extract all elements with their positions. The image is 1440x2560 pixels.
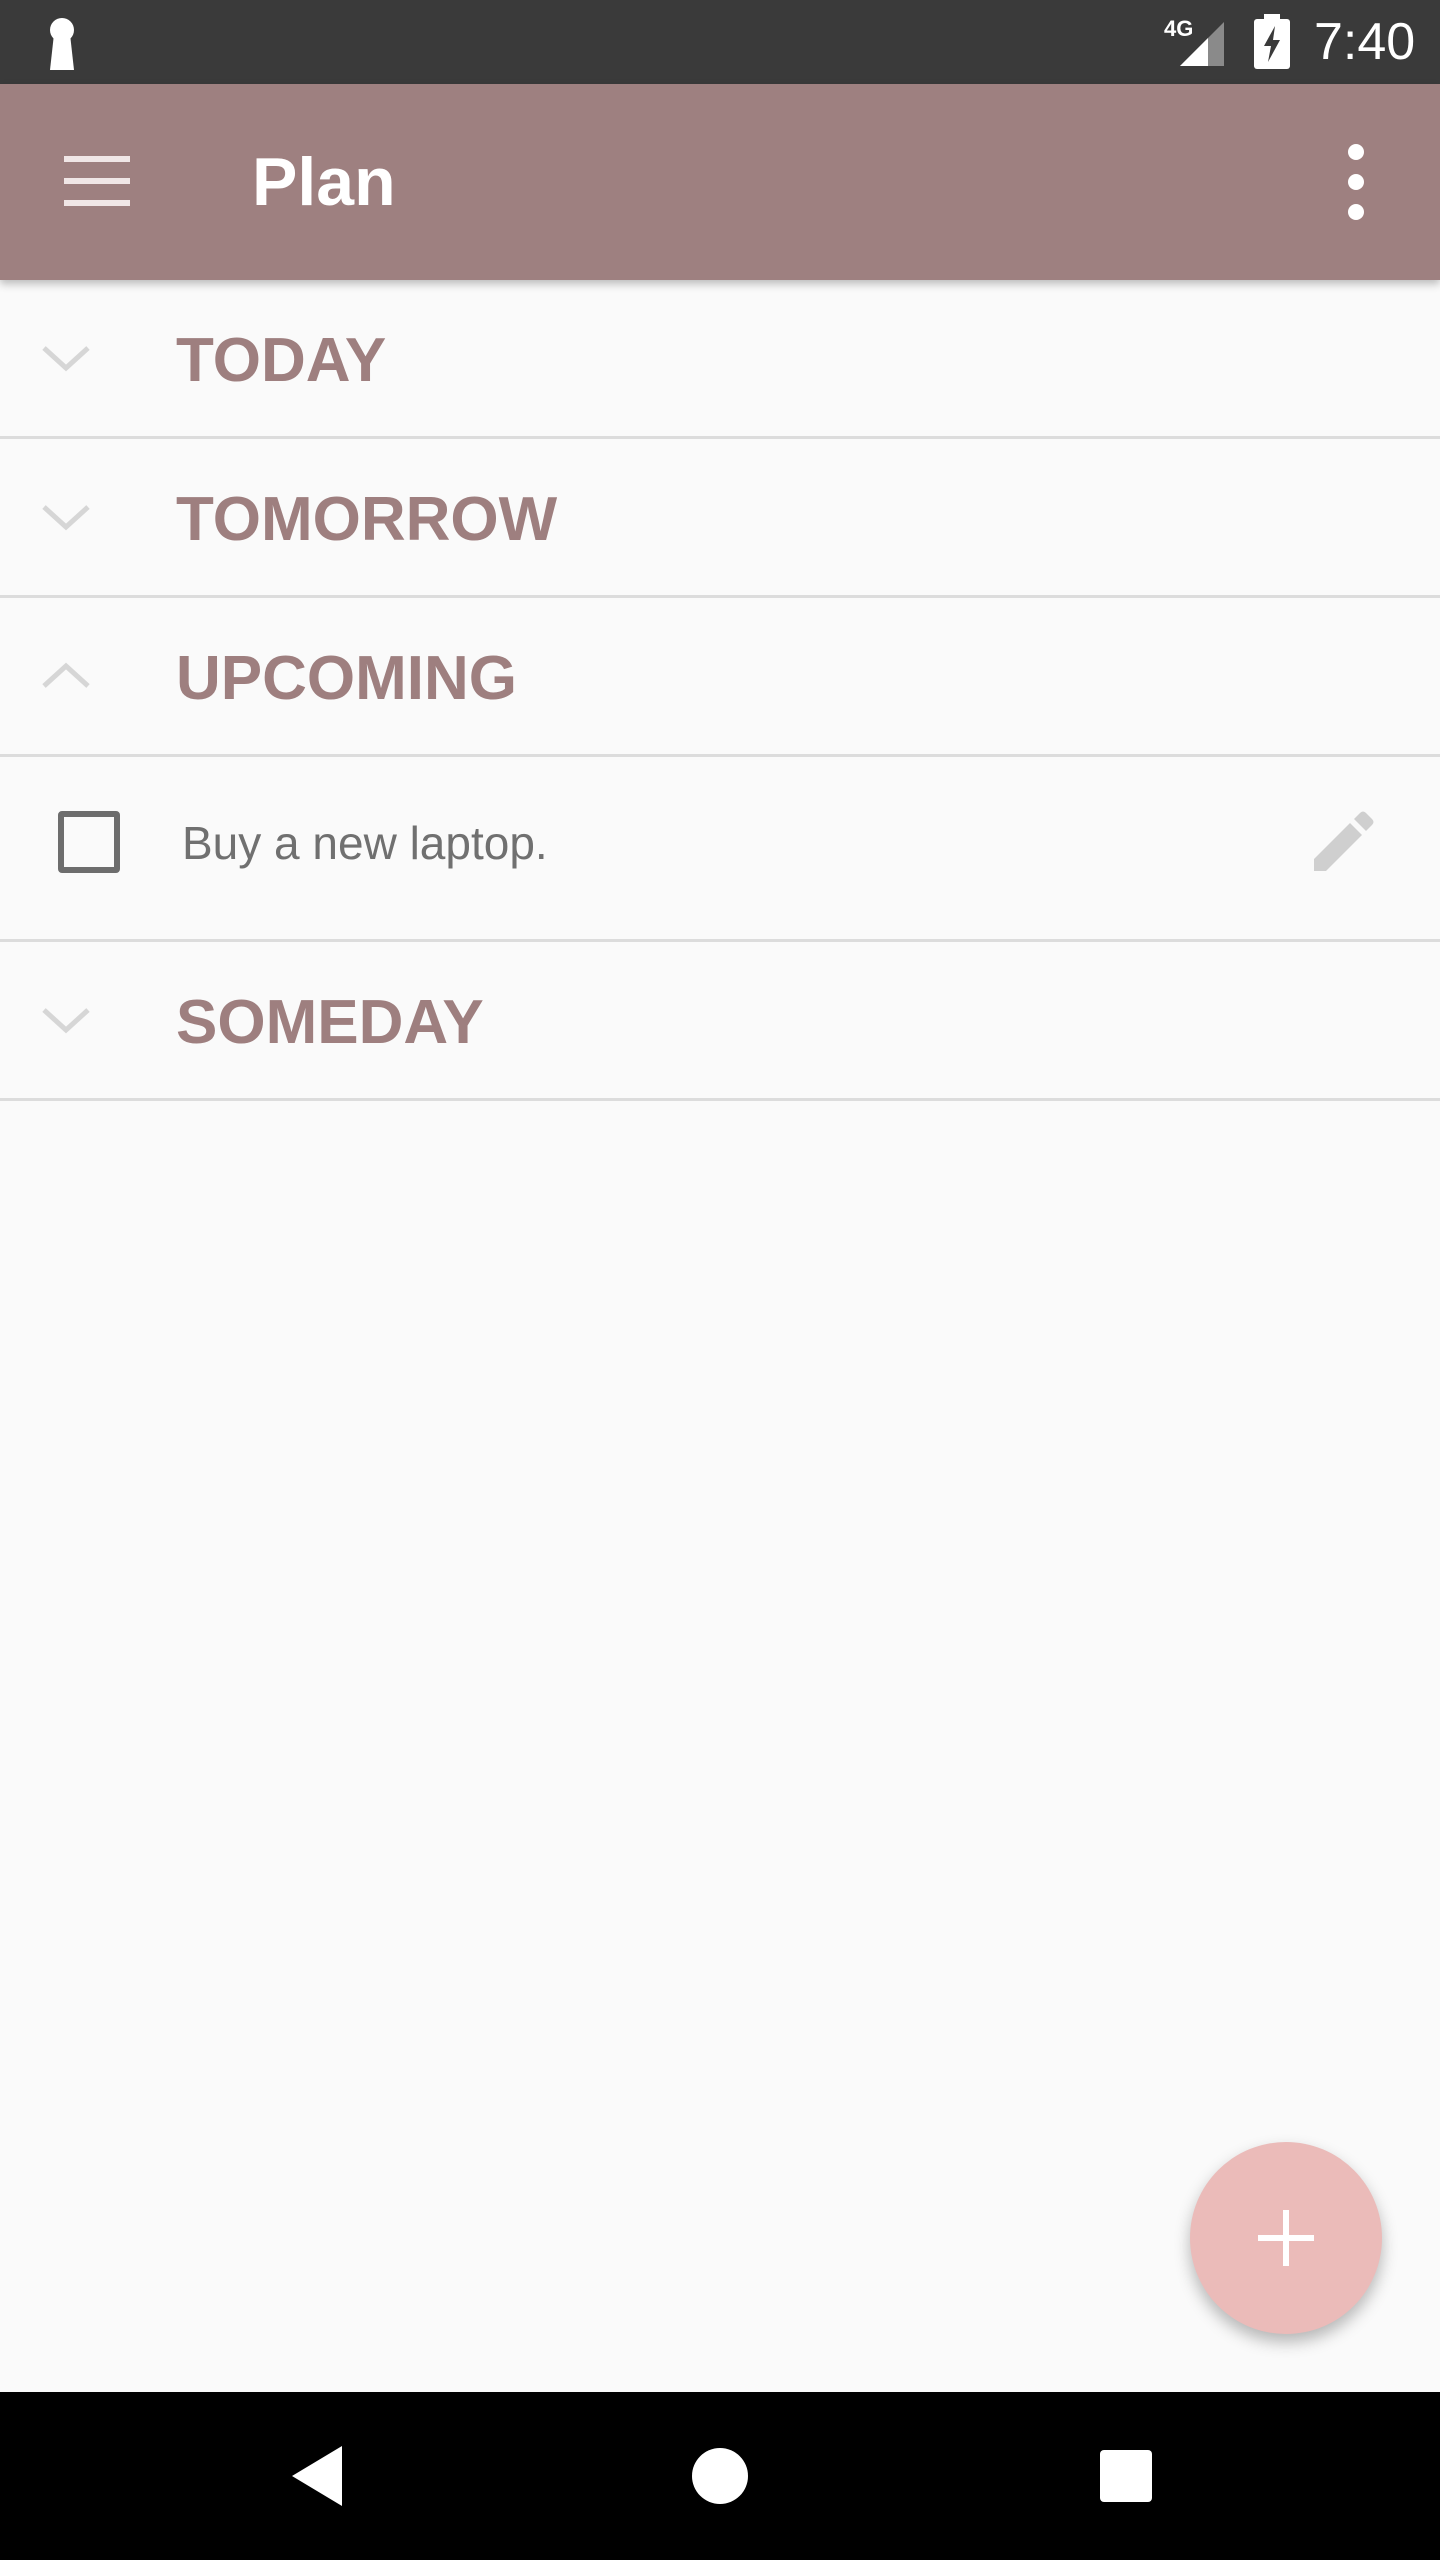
page-title: Plan	[252, 144, 396, 220]
chevron-down-icon	[42, 346, 90, 372]
chevron-up-icon	[42, 662, 90, 688]
add-task-button[interactable]	[1190, 2142, 1382, 2334]
signal-icon	[1180, 22, 1224, 66]
section-someday[interactable]: SOMEDAY	[0, 942, 1440, 1101]
more-vert-icon[interactable]	[1326, 136, 1386, 228]
section-upcoming[interactable]: UPCOMING	[0, 598, 1440, 757]
back-icon[interactable]	[270, 2430, 362, 2522]
section-tomorrow[interactable]: TOMORROW	[0, 439, 1440, 598]
section-label: SOMEDAY	[176, 988, 484, 1057]
section-today[interactable]: TODAY	[0, 280, 1440, 439]
section-label: TODAY	[176, 326, 387, 395]
hamburger-menu-icon[interactable]	[52, 146, 144, 218]
screen: 4G 7:40 Plan TODAY TOMORROW UPCOMING Buy…	[0, 0, 1440, 2560]
edit-pencil-icon[interactable]	[1308, 807, 1378, 877]
section-label: UPCOMING	[176, 644, 517, 713]
task-row: Buy a new laptop.	[0, 757, 1440, 942]
home-icon[interactable]	[674, 2430, 766, 2522]
section-label: TOMORROW	[176, 485, 558, 554]
clock: 7:40	[1314, 13, 1416, 71]
keyhole-icon	[50, 18, 74, 70]
plus-icon	[1258, 2210, 1314, 2266]
chevron-down-icon	[42, 505, 90, 531]
task-checkbox[interactable]	[58, 811, 120, 873]
status-bar: 4G 7:40	[0, 0, 1440, 84]
app-bar: Plan	[0, 84, 1440, 280]
system-nav-bar	[0, 2392, 1440, 2560]
task-text: Buy a new laptop.	[182, 817, 548, 869]
chevron-down-icon	[42, 1008, 90, 1034]
plan-list: TODAY TOMORROW UPCOMING Buy a new laptop…	[0, 280, 1440, 1101]
battery-charging-icon	[1254, 14, 1290, 69]
recents-icon[interactable]	[1080, 2430, 1172, 2522]
